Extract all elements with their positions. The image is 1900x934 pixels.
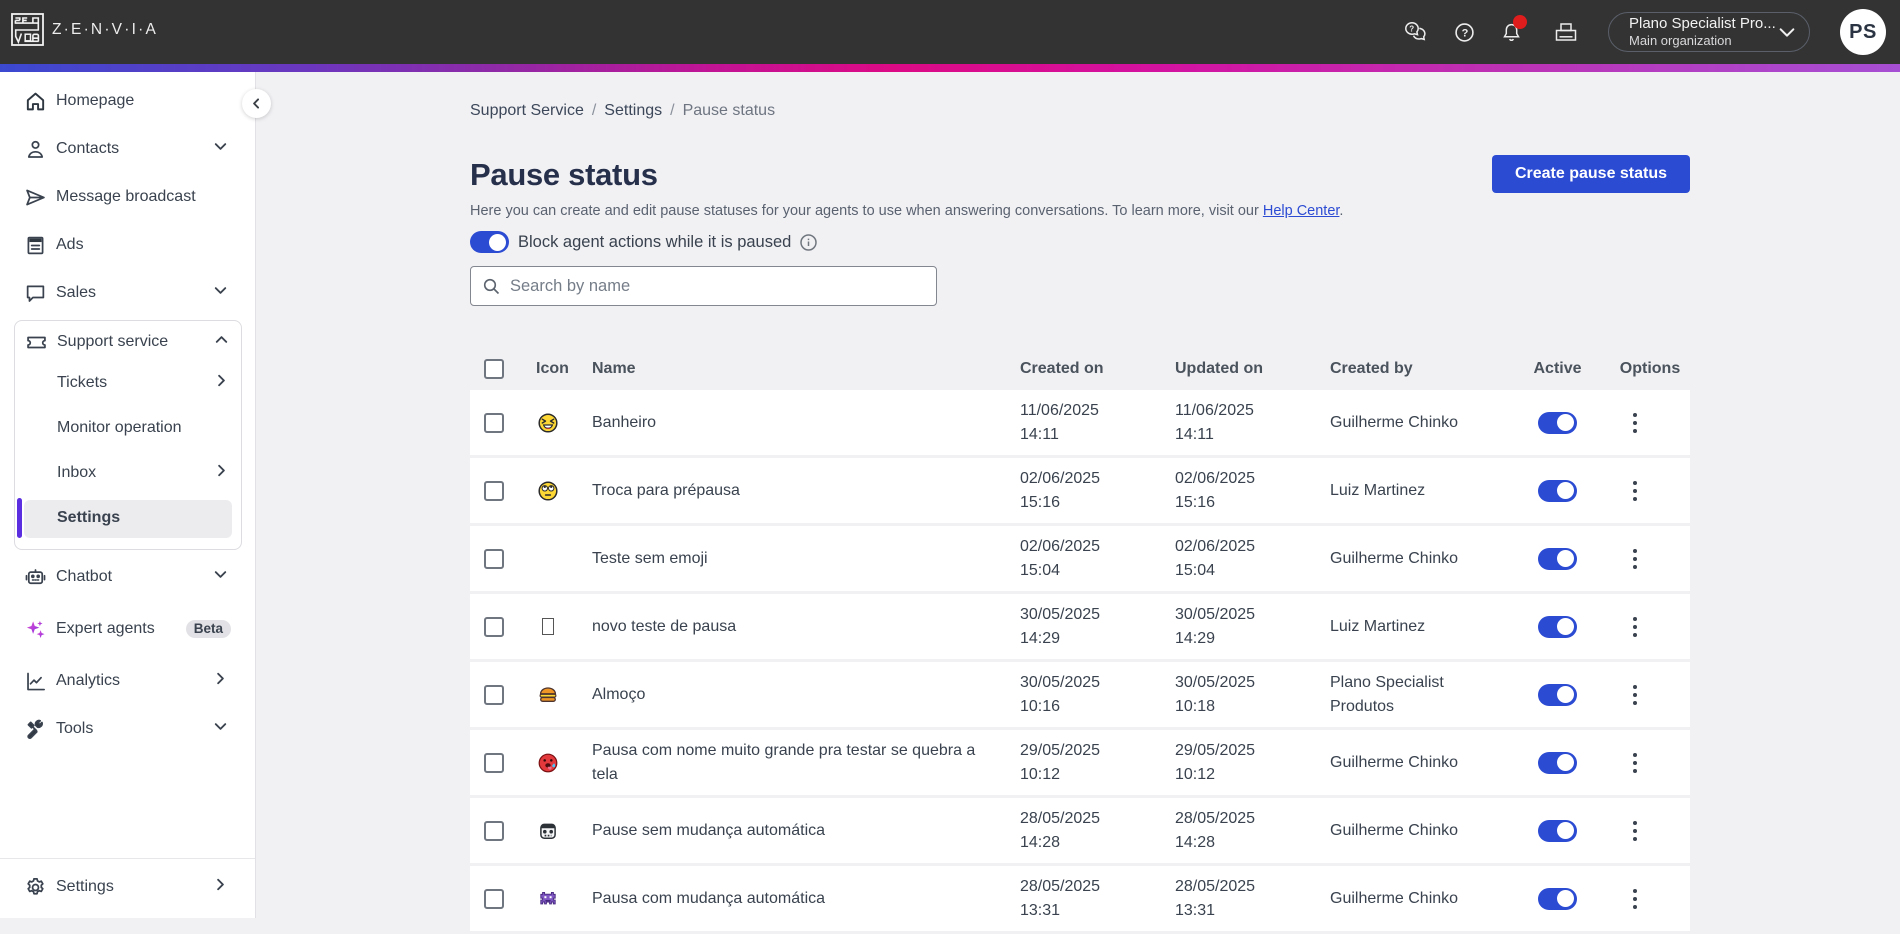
svg-text:?: ?: [1409, 24, 1414, 33]
svg-text:?: ?: [1461, 27, 1468, 39]
